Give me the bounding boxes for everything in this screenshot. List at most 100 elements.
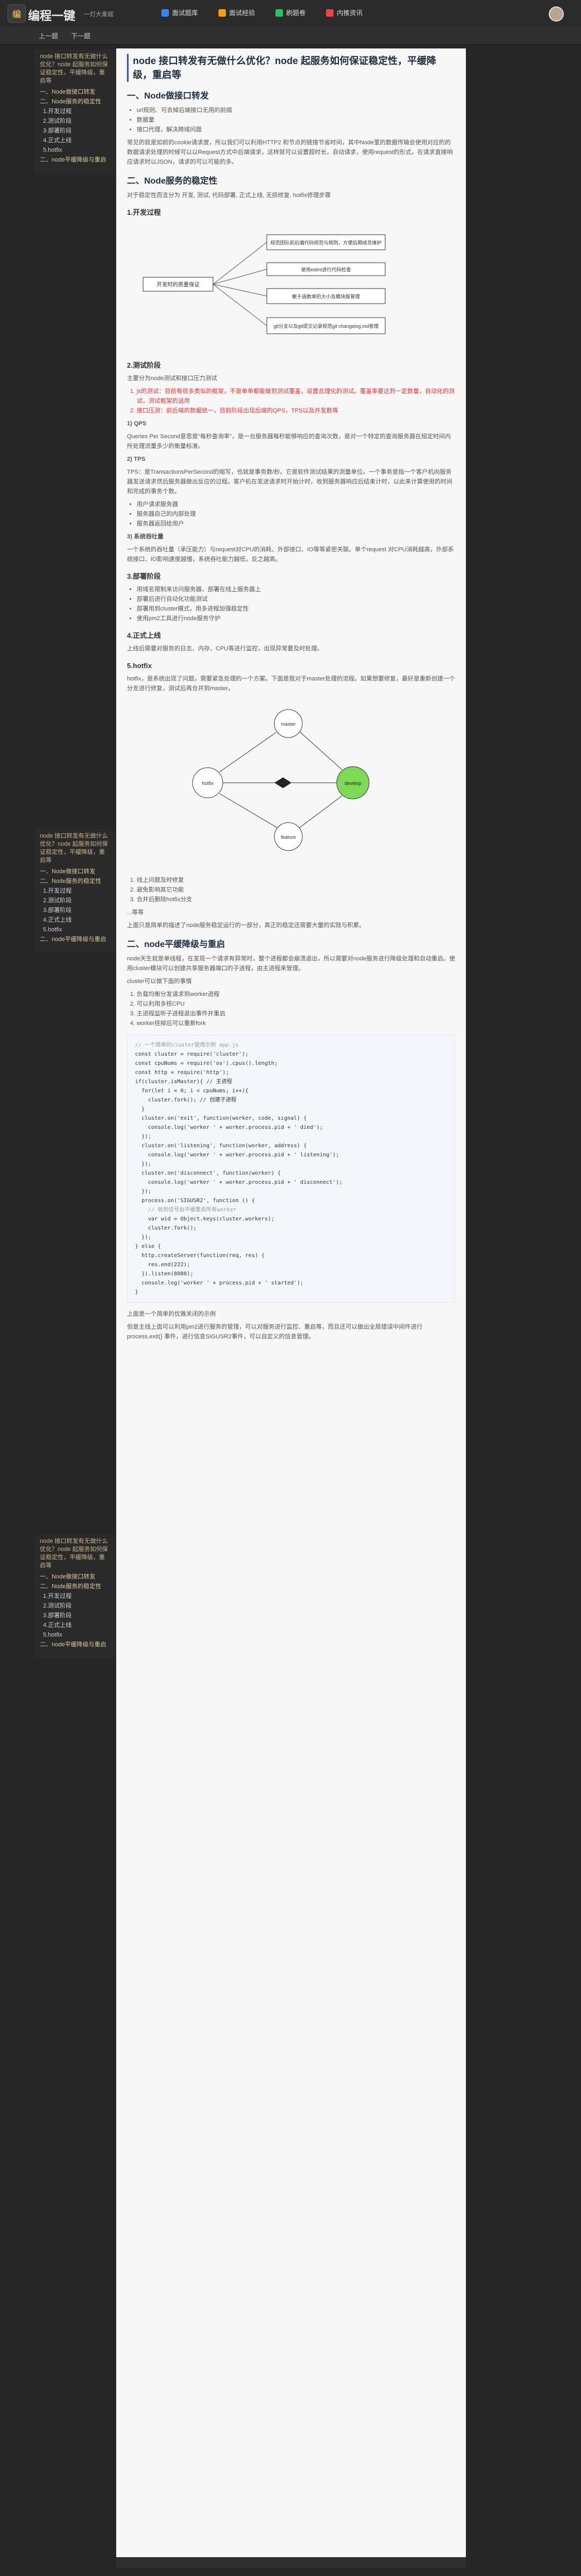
code-line: cluster.on('listening', function(worker,… [135,1143,307,1149]
paragraph: cluster可以做下面的事情 [127,978,192,985]
nav-item-referral[interactable]: 内推资讯 [326,8,363,17]
list-item: 避免影响其它功能 [137,885,455,895]
toc-item[interactable]: 1.开发过程 [43,887,110,895]
flow-edge [219,793,278,829]
referral-icon [326,9,334,17]
code-line: console.log('worker ' + worker.process.p… [135,1180,343,1185]
test-list: js的测试：目前有很多类似的框架，不是单单都能做到测试覆盖，设置合理化的测试。覆… [137,387,455,416]
tps-list: 用户请求服务器 服务器自己的内部处理 服务器返回给用户 [137,500,455,529]
list-item: worker挂掉后可以重新fork [137,1019,455,1028]
next-question-button[interactable]: 下一题 [71,31,90,40]
mind-map-diagram: 开发时的质量保证 规范团队前后端代码规范与规则，方便后期成员维护 使用eslin… [143,234,386,334]
nav-item-practice[interactable]: 刷题卷 [275,8,306,17]
code-line: // 收到信号后平缓重启所有worker [135,1207,237,1213]
paragraph: 但是主线上面可以利用pm2进行服务的管理，可以对服务进行监控、重启等，而且还可以… [127,1324,423,1340]
flow-edge [219,732,277,773]
toc-item[interactable]: 2.测试阶段 [43,117,110,125]
toc-item[interactable]: 二、node平缓降级与重启 [40,1641,110,1649]
toc-item[interactable]: 2.测试阶段 [43,897,110,905]
list-item: 数据量 [137,115,455,125]
mind-center-label: 开发时的质量保证 [157,281,200,288]
toc-item[interactable]: 4.正式上线 [43,137,110,145]
nav-item-question-bank[interactable]: 面试题库 [161,8,198,17]
section-heading: 一、Node做接口转发 [127,92,209,101]
mind-edge [212,284,267,326]
toc-item[interactable]: 5.hotfix [43,146,110,155]
question-pager-bar: 上一题 下一题 [0,27,581,45]
toc-item[interactable]: 二、node平缓降级与重启 [40,936,110,944]
paragraph: hotfix，是系统出现了问题，需要紧急处理的一个方案。下面是我对于master… [127,676,455,692]
site-logo[interactable]: 编 [8,4,26,23]
paragraph: 主要分为node测试和接口压力测试 [127,375,217,382]
section-heading: 二、node平缓降级与重启 [127,940,225,949]
code-line: const cluster = require('cluster'); [135,1051,249,1057]
code-line: }); [135,1189,152,1195]
mind-edge [212,269,267,285]
toc-sidebar: node 接口转发有无做什么优化？node 起服务如何保证稳定性，平缓降级，重启… [34,1534,115,1658]
main-nav: 面试题库 面试经验 刷题卷 内推资讯 [161,8,363,17]
toc-item[interactable]: 5.hotfix [43,1631,110,1639]
toc-item[interactable]: 3.部署阶段 [43,1612,110,1620]
mind-label: 规范团队前后端代码规范与规则，方便后期成员维护 [270,240,381,245]
toc-item[interactable]: 3.部署阶段 [43,127,110,135]
toc-item[interactable]: 2.测试阶段 [43,1602,110,1610]
hotfix-flow-diagram: master hotfix develop feature [192,709,370,851]
top-navbar: 编 编程一键 一灯大家庭 面试题库 面试经验 刷题卷 内推资讯 [0,0,581,27]
toc-item[interactable]: 二、Node服务的稳定性 [40,98,110,106]
list-item: 用户请求服务器 [137,500,455,509]
code-line: console.log('worker ' + process.pid + ' … [135,1280,304,1286]
code-line: }).listen(8080); [135,1271,194,1277]
paragraph: node天生就是单线程，在发现一个请求有异常时，整个进程都会崩溃退出，所以需要对… [127,956,455,972]
flow-node-label: master [281,721,296,727]
code-line: const cpuNums = require('os').cpus().len… [135,1061,278,1066]
toc-item[interactable]: 二、Node服务的稳定性 [40,1583,110,1591]
flow-node-label: hotfix [202,781,214,786]
toc-title[interactable]: node 接口转发有无做什么优化？node 起服务如何保证稳定性，平缓降级，重启… [40,53,110,85]
toc-item[interactable]: 1.开发过程 [43,108,110,116]
toc-item[interactable]: 一、Node做接口转发 [40,88,110,96]
list-item: 服务器自己的内部处理 [137,509,455,519]
user-avatar[interactable] [549,6,564,22]
code-line: var wid = Object.keys(cluster.workers); [135,1216,274,1222]
toc-sidebar: node 接口转发有无做什么优化？node 起服务如何保证稳定性，平缓降级，重启… [34,50,115,173]
paragraph: 上面只是简单的描述了node服务稳定运行的一部分，真正的稳定还需要大量的实践与积… [127,922,365,929]
paragraph: ...等等 [127,909,144,916]
code-line: for(let i = 0; i < cpuNums; i++){ [135,1088,249,1094]
toc-sidebar: node 接口转发有无做什么优化？node 起服务如何保证稳定性，平缓降级，重启… [34,829,115,953]
list-item: 服务器返回给用户 [137,519,455,529]
code-line: }); [135,1134,152,1140]
toc-title[interactable]: node 接口转发有无做什么优化？node 起服务如何保证稳定性，平缓降级，重启… [40,832,110,865]
code-line: console.log('worker ' + worker.process.p… [135,1152,339,1158]
toc-item[interactable]: 二、node平缓降级与重启 [40,156,110,164]
brand-name[interactable]: 编程一键 [28,6,75,24]
nav-item-interview-exp[interactable]: 面试经验 [218,8,255,17]
mind-label: git分支以及git提交记录规范git changelog.md管理 [273,323,379,329]
down-list: 负载均衡分发请求到worker进程 可以利用多核CPU 主进程监听子进程退出事件… [137,989,455,1028]
toc-item[interactable]: 二、Node服务的稳定性 [40,878,110,886]
code-line: } else { [135,1244,161,1250]
paragraph: 上线后需要对服务的日志、内存、CPU等进行监控，出现异常要及时处理。 [127,645,323,652]
list-item: 负载均衡分发请求到worker进程 [137,989,455,999]
deploy-list: 用域名限制来访问服务器，部署在线上服务器上 部署后进行自动化功能测试 部署用到c… [137,585,455,623]
subsection-heading: 1.开发过程 [127,208,161,216]
toc-item[interactable]: 4.正式上线 [43,916,110,924]
toc-item[interactable]: 4.正式上线 [43,1622,110,1630]
prev-question-button[interactable]: 上一题 [39,31,58,40]
toc-item[interactable]: 3.部署阶段 [43,907,110,915]
code-block[interactable]: // 一个简单的cluster使用示例 app.js const cluster … [127,1035,455,1303]
code-line: } [135,1289,139,1295]
list-item: 用域名限制来访问服务器，部署在线上服务器上 [137,585,455,594]
subsection-heading: 4.正式上线 [127,631,161,640]
toc-title[interactable]: node 接口转发有无做什么优化？node 起服务如何保证稳定性，平缓降级，重启… [40,1538,110,1570]
tps-heading: 2) TPS [127,456,146,462]
toc-item[interactable]: 一、Node做接口转发 [40,868,110,876]
subsection-heading: 5.hotfix [127,662,152,670]
list-item: 使用pm2工具进行node服务守护 [137,614,455,623]
toc-item[interactable]: 一、Node做接口转发 [40,1573,110,1581]
toc-item[interactable]: 1.开发过程 [43,1592,110,1601]
page-footer [116,2557,466,2568]
toc-item[interactable]: 5.hotfix [43,926,110,934]
flow-edge [300,732,343,770]
code-line: }); [135,1234,152,1240]
code-line: // 一个简单的cluster使用示例 app.js [135,1042,239,1048]
